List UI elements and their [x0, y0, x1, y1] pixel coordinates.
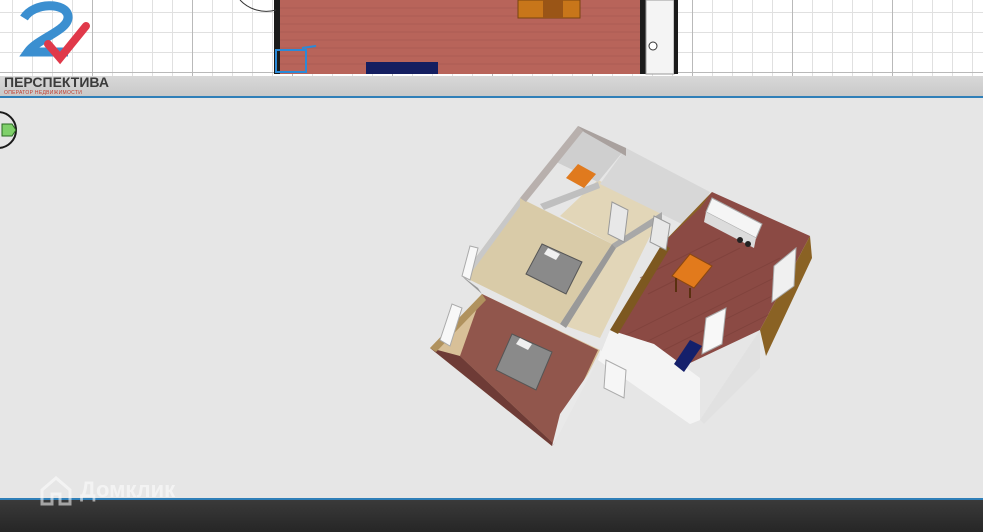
- home-icon: [40, 476, 72, 506]
- plan-floor-brick: [278, 0, 642, 74]
- floor-plan-2d-view[interactable]: [0, 0, 983, 76]
- 3d-viewport[interactable]: [0, 98, 983, 498]
- watermark: Домклик: [38, 474, 175, 506]
- plan-door-swing: [239, 0, 277, 12]
- brand-name: ПЕРСПЕКТИВА: [4, 74, 109, 90]
- floor-plan-drawing: [239, 0, 678, 75]
- plan-sofa: [366, 62, 438, 74]
- brand-logo: ПЕРСПЕКТИВА ОПЕРАТОР НЕДВИЖИМОСТИ: [4, 0, 109, 98]
- door-bathroom: [607, 201, 629, 243]
- watermark-text: Домклик: [80, 477, 176, 502]
- compass-icon[interactable]: [0, 106, 18, 152]
- plan-kitchen-counter: [645, 0, 675, 75]
- brand-tagline: ОПЕРАТОР НЕДВИЖИМОСТИ: [4, 90, 83, 96]
- logo-mark-icon: [19, 1, 90, 65]
- apartment-3d-model: [430, 126, 812, 446]
- compass-widget[interactable]: [0, 106, 18, 152]
- view-splitter[interactable]: [0, 76, 983, 98]
